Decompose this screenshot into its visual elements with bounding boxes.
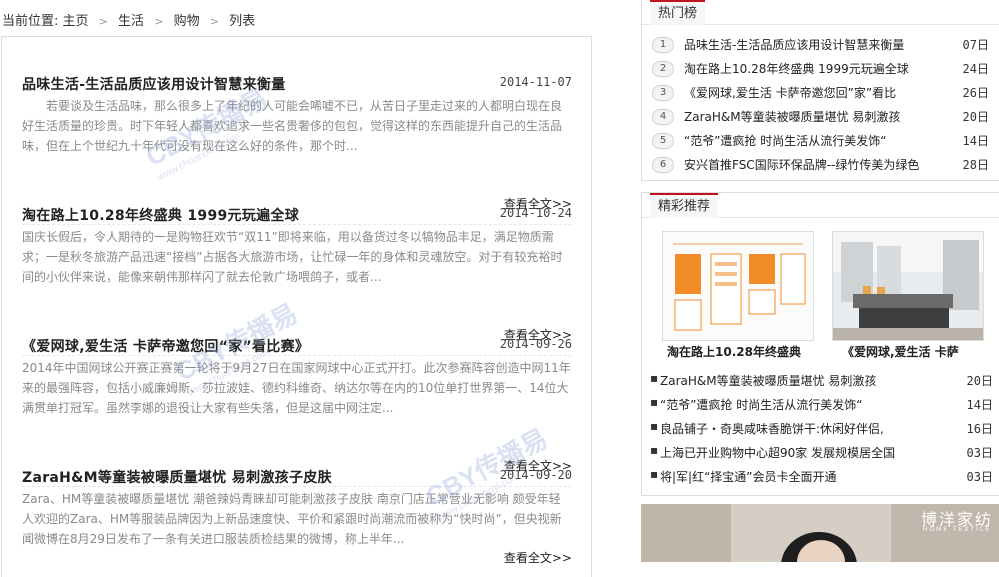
list-item[interactable]: ▪ “范爷”遭疯抢 时尚生活从流行美发饰“ 14日 [650,395,993,417]
article-date: 2014-10-24 [499,206,572,220]
list-item[interactable]: ▪ 上海已开业购物中心超90家 发展规模居全国 03日 [650,443,993,465]
article-summary: 国庆长假后，令人期待的一是购物狂欢节“双11”即将来临，用以备货过冬以犒物品丰足… [22,230,563,284]
list-item[interactable]: 6 安兴首推FSC国际环保品牌--绿竹传美为绿色 28日 [652,155,989,177]
ad-banner[interactable]: 博洋家纺 HOME TEXTILE [641,504,999,562]
list-item: 《爱网球,爱生活 卡萨帝邀您回“家”看比赛》 2014-09-26 2014年中… [22,336,572,487]
list-item[interactable]: 2 淘在路上10.28年终盛典 1999元玩遍全球 24日 [652,59,989,81]
article-title-link[interactable]: 淘在路上10.28年终盛典 1999元玩遍全球 [22,205,299,225]
rec-link[interactable]: ZaraH&M等童装被曝质量堪忧 易刺激孩 [660,372,930,389]
breadcrumb-home-link[interactable]: 主页 [63,10,89,29]
promo-caption-link[interactable]: 淘在路上10.28年终盛典 [667,343,801,360]
promo-caption-link[interactable]: 《爱网球,爱生活 卡萨 [842,343,959,360]
rank-badge: 1 [652,37,674,53]
hot-link[interactable]: “范爷”遭疯抢 时尚生活从流行美发饰“ [684,132,934,149]
list-item[interactable]: 5 “范爷”遭疯抢 时尚生活从流行美发饰“ 14日 [652,131,989,153]
bullet-icon: ▪ [650,467,659,481]
article-summary: Zara、HM等童装被曝质量堪忧 潮爸辣妈青睐却可能刺激孩子皮肤 南京门店正常营… [22,492,562,546]
hot-panel: 热门榜 1 品味生活-生活品质应该用设计智慧来衡量 07日 2 淘在路上10.2… [641,0,999,181]
panel-header: 热门榜 [642,0,999,25]
chevron-right-icon: > [98,15,108,28]
hot-link[interactable]: ZaraH&M等童装被曝质量堪忧 易刺激孩 [684,108,934,125]
hot-link[interactable]: 《爱网球,爱生活 卡萨帝邀您回”家”看比 [684,84,934,101]
rank-badge: 6 [652,157,674,173]
article-summary: 若要谈及生活品味，那么很多上了年纪的人可能会唏嘘不已，从苦日子里走过来的人都明白… [22,99,563,153]
bullet-icon: ▪ [650,419,659,433]
bullet-icon: ▪ [650,395,659,409]
breadcrumb-list: 列表 [229,14,256,29]
list-item[interactable]: 4 ZaraH&M等童装被曝质量堪忧 易刺激孩 20日 [652,107,989,129]
item-date: 03日 [966,470,993,484]
list-item: ZaraH&M等童装被曝质量堪忧 易刺激孩子皮肤 2014-09-20 Zara… [22,467,572,567]
list-item: 品味生活-生活品质应该用设计智慧来衡量 2014-11-07 若要谈及生活品味，… [22,74,572,225]
recommend-panel: 精彩推荐 淘在路上10.28年终盛典 《爱网球,爱生活 卡萨 ▪ ZaraH&M… [641,192,999,496]
article-date: 2014-09-20 [499,468,572,482]
item-date: 24日 [962,62,989,76]
article-date: 2014-11-07 [499,75,572,89]
list-item[interactable]: ▪ 将|军|红“择宝通”会员卡全面开通 03日 [650,467,993,489]
infographic-image [663,232,813,340]
chevron-right-icon: > [154,15,164,28]
item-date: 20日 [966,374,993,388]
rec-link[interactable]: 良品铺子・奇奥咸味香脆饼干:休闲好伴侣, [660,420,930,437]
item-date: 03日 [966,446,993,460]
article-date: 2014-09-26 [499,337,572,351]
item-date: 28日 [962,158,989,172]
breadcrumb-shopping-link[interactable]: 购物 [174,10,200,29]
item-date: 14日 [962,134,989,148]
panel-header: 精彩推荐 [642,193,999,218]
list-item: 淘在路上10.28年终盛典 1999元玩遍全球 2014-10-24 国庆长假后… [22,205,572,356]
rank-badge: 2 [652,61,674,77]
article-title-link[interactable]: 品味生活-生活品质应该用设计智慧来衡量 [22,74,286,94]
article-summary: 2014年中国网球公开赛正赛第一轮将于9月27日在国家网球中心正式开打。此次参赛… [22,361,571,415]
rank-badge: 5 [652,133,674,149]
chevron-right-icon: > [209,15,219,28]
list-item[interactable]: 1 品味生活-生活品质应该用设计智慧来衡量 07日 [652,35,989,57]
brand-tagline: HOME TEXTILE [922,526,991,533]
breadcrumb-life-link[interactable]: 生活 [118,10,144,29]
recommend-tab[interactable]: 精彩推荐 [650,193,719,218]
bullet-icon: ▪ [650,443,659,457]
hot-link[interactable]: 品味生活-生活品质应该用设计智慧来衡量 [684,36,934,53]
rec-link[interactable]: 上海已开业购物中心超90家 发展规模居全国 [660,444,930,461]
rank-badge: 3 [652,85,674,101]
list-item[interactable]: ▪ 良品铺子・奇奥咸味香脆饼干:休闲好伴侣, 16日 [650,419,993,441]
article-list: 品味生活-生活品质应该用设计智慧来衡量 2014-11-07 若要谈及生活品味，… [1,36,592,577]
breadcrumb-prefix: 当前位置: [2,14,59,29]
item-date: 14日 [966,398,993,412]
rec-link[interactable]: “范爷”遭疯抢 时尚生活从流行美发饰“ [660,396,930,413]
item-date: 16日 [966,422,993,436]
item-date: 07日 [962,38,989,52]
hot-link[interactable]: 安兴首推FSC国际环保品牌--绿竹传美为绿色 [684,156,934,173]
rank-badge: 4 [652,109,674,125]
hot-tab[interactable]: 热门榜 [650,0,706,25]
promo-thumbnail[interactable] [662,231,814,341]
bullet-icon: ▪ [650,371,659,385]
breadcrumb: 当前位置: 主页 > 生活 > 购物 > 列表 [2,10,255,29]
article-title-link[interactable]: 《爱网球,爱生活 卡萨帝邀您回“家”看比赛》 [22,336,309,356]
promo-thumbnail[interactable] [832,231,984,341]
kitchen-photo [833,232,983,340]
item-date: 26日 [962,86,989,100]
list-item[interactable]: ▪ ZaraH&M等童装被曝质量堪忧 易刺激孩 20日 [650,371,993,393]
hot-link[interactable]: 淘在路上10.28年终盛典 1999元玩遍全球 [684,60,934,77]
item-date: 20日 [962,110,989,124]
article-title-link[interactable]: ZaraH&M等童装被曝质量堪忧 易刺激孩子皮肤 [22,467,332,487]
read-more-link[interactable]: 查看全文>> [504,549,572,566]
rec-link[interactable]: 将|军|红“择宝通”会员卡全面开通 [660,468,930,485]
list-item[interactable]: 3 《爱网球,爱生活 卡萨帝邀您回”家”看比 26日 [652,83,989,105]
